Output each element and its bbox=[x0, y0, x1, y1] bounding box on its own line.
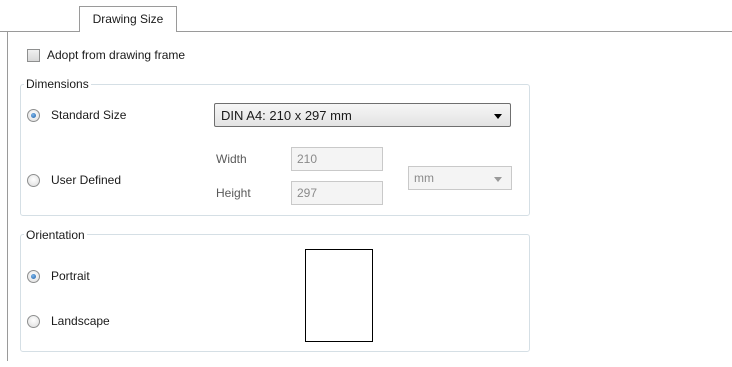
height-field[interactable]: 297 bbox=[291, 181, 383, 205]
height-label: Height bbox=[216, 186, 251, 200]
dimensions-legend: Dimensions bbox=[24, 77, 91, 91]
standard-size-select[interactable]: DIN A4: 210 x 297 mm bbox=[214, 103, 511, 127]
adopt-label[interactable]: Adopt from drawing frame bbox=[47, 48, 185, 62]
standard-size-value: DIN A4: 210 x 297 mm bbox=[221, 108, 352, 123]
chevron-down-icon bbox=[494, 114, 502, 119]
unit-value: mm bbox=[414, 171, 434, 185]
portrait-radio[interactable] bbox=[27, 270, 40, 283]
height-value: 297 bbox=[297, 186, 318, 200]
panel-left-border bbox=[7, 31, 8, 361]
width-field[interactable]: 210 bbox=[291, 147, 383, 171]
user-defined-label[interactable]: User Defined bbox=[51, 173, 121, 187]
portrait-label[interactable]: Portrait bbox=[51, 269, 90, 283]
unit-select[interactable]: mm bbox=[408, 166, 512, 190]
user-defined-radio[interactable] bbox=[27, 174, 40, 187]
landscape-radio[interactable] bbox=[27, 315, 40, 328]
tab-gap bbox=[80, 31, 176, 32]
width-value: 210 bbox=[297, 152, 318, 166]
standard-size-radio[interactable] bbox=[27, 109, 40, 122]
landscape-label[interactable]: Landscape bbox=[51, 314, 110, 328]
width-label: Width bbox=[216, 152, 247, 166]
tab-drawing-size[interactable]: Drawing Size bbox=[79, 6, 177, 32]
tab-label: Drawing Size bbox=[92, 12, 164, 26]
orientation-group bbox=[20, 234, 530, 352]
orientation-legend: Orientation bbox=[24, 228, 87, 242]
orientation-preview bbox=[305, 249, 373, 342]
adopt-checkbox[interactable] bbox=[27, 49, 40, 62]
unit-chevron-down-icon bbox=[494, 177, 502, 182]
standard-size-label[interactable]: Standard Size bbox=[51, 108, 126, 122]
